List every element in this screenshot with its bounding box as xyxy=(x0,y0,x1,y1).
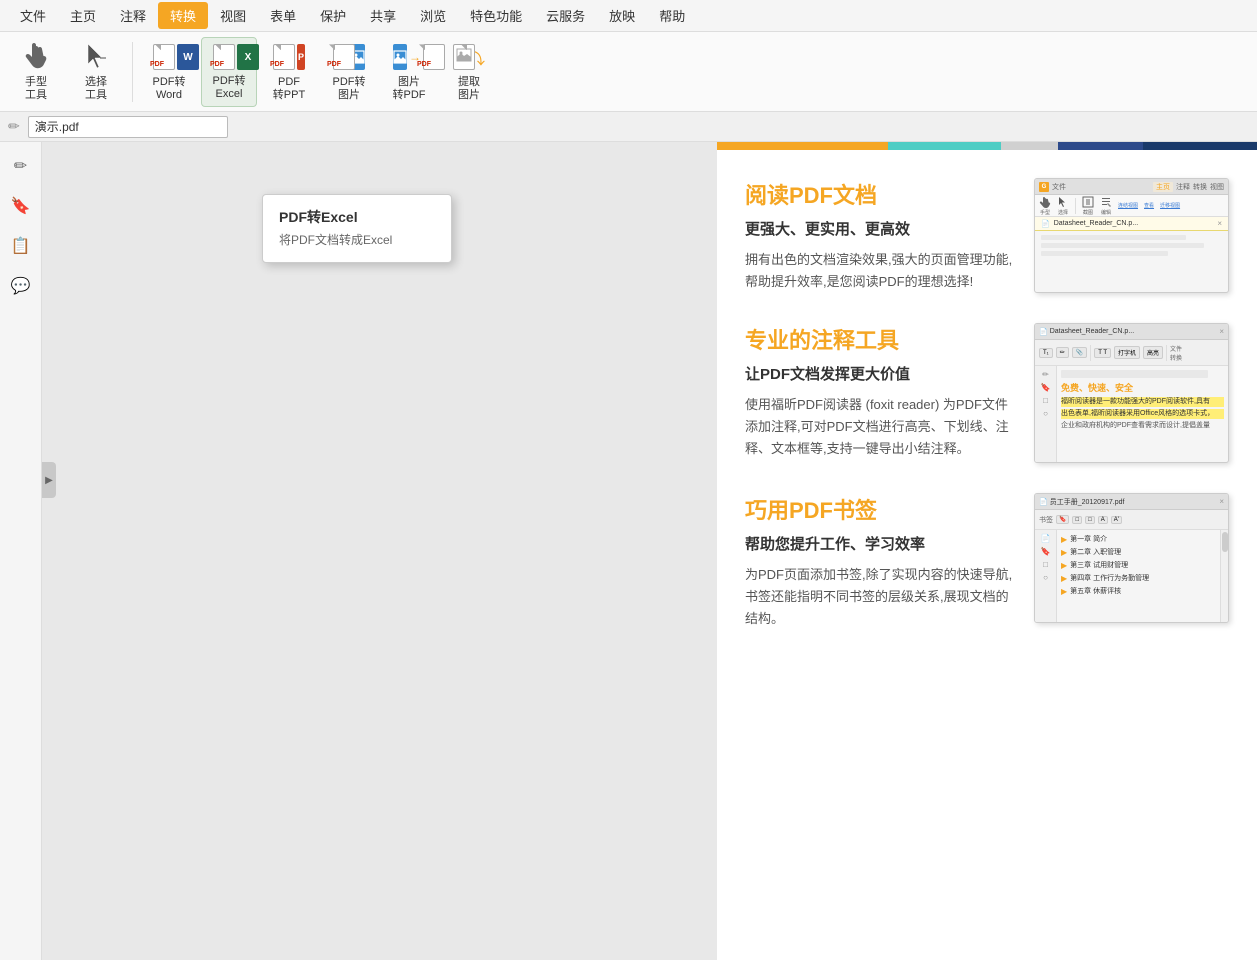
pdf-to-ppt-icon: PDF → P xyxy=(273,41,305,75)
mini-ui-1-tab: 📄 Datasheet_Reader_CN.p... × xyxy=(1035,217,1228,231)
pdf-to-ppt-button[interactable]: PDF → P PDF转PPT xyxy=(261,37,317,107)
main-layout: ✏ 🔖 📋 💬 ▶ 阅读PDF文档 更强大、更实用、更高效 xyxy=(0,142,1257,960)
section3-subtitle: 帮助您提升工作、学习效率 xyxy=(745,533,1018,554)
mini-ui-1-content xyxy=(1035,231,1228,260)
section1-title: 阅读PDF文档 xyxy=(745,178,1018,210)
pdf-to-excel-icon: PDF → X xyxy=(213,42,245,74)
pdf-to-image-label: PDF转图片 xyxy=(333,76,366,102)
menu-protect[interactable]: 保护 xyxy=(308,2,358,29)
section3-text: 巧用PDF书签 帮助您提升工作、学习效率 为PDF页面添加书签,除了实现内容的快… xyxy=(745,493,1018,630)
menu-cloud[interactable]: 云服务 xyxy=(534,2,597,29)
color-bar-navy xyxy=(1143,142,1257,150)
mini-ui-2-toolbar: T₁ ✏ 📎 T T 打字机 高亮 文件转换 xyxy=(1035,340,1228,366)
pdf-to-excel-tooltip: PDF转Excel 将PDF文档转成Excel xyxy=(262,194,452,263)
mini-ui-2-body: ✏ 🔖 □ ○ 免费、快速、安全 福昕阅读器是一款功能强大的PDF阅读软件,具有… xyxy=(1035,366,1228,463)
pdf-to-ppt-label: PDF转PPT xyxy=(273,76,305,102)
section2-text: 专业的注释工具 让PDF文档发挥更大价值 使用福昕PDF阅读器 (foxit r… xyxy=(745,323,1018,460)
color-bar-teal xyxy=(888,142,1002,150)
mini-ui-3-toolbar: 书签 🔖 □ □ A A' xyxy=(1035,510,1228,530)
toolbar: 手型工具 选择工具 PDF → W xyxy=(0,32,1257,112)
menu-annotation[interactable]: 注释 xyxy=(108,2,158,29)
mini-content-area: 免费、快速、安全 福昕阅读器是一款功能强大的PDF阅读软件,具有 出色表单,福昕… xyxy=(1057,366,1228,463)
mini-ui-1-header: G 文件 主页 注释 转换 视图 xyxy=(1035,179,1228,195)
sidebar-pages-icon[interactable]: 📋 xyxy=(5,230,37,262)
color-bar-gray xyxy=(1001,142,1058,150)
toolbar-separator-1 xyxy=(132,42,133,102)
section2-title: 专业的注释工具 xyxy=(745,323,1018,355)
content-area: 阅读PDF文档 更强大、更实用、更高效 拥有出色的文档渲染效果,强大的页面管理功… xyxy=(42,142,1257,960)
edit-icon: ✏ xyxy=(8,118,20,135)
mini-ui-3-body: 📄 🔖 □ ○ ▶ 第一章 简介 ▶ 第 xyxy=(1035,530,1228,623)
sidebar-bookmark-icon[interactable]: 🔖 xyxy=(5,190,37,222)
tooltip-title: PDF转Excel xyxy=(263,203,451,229)
section1-subtitle: 更强大、更实用、更高效 xyxy=(745,218,1018,239)
menu-convert[interactable]: 转换 xyxy=(158,2,208,29)
mini-sidebar-3: 📄 🔖 □ ○ xyxy=(1035,530,1057,623)
cursor-svg xyxy=(84,42,108,72)
mini-scrollbar xyxy=(1220,530,1228,623)
filename-input[interactable] xyxy=(28,116,228,138)
mini-ui-bookmarks: 📄 员工手册_20120917.pdf × 书签 🔖 □ □ A A' xyxy=(1034,493,1229,623)
left-sidebar: ✏ 🔖 📋 💬 ▶ xyxy=(0,142,42,960)
extract-image-icon: ⤵ xyxy=(453,41,485,75)
menu-share[interactable]: 共享 xyxy=(358,2,408,29)
menu-feature[interactable]: 特色功能 xyxy=(458,2,534,29)
mini-ui-annotation: 📄 Datasheet_Reader_CN.p... × T₁ ✏ 📎 T T … xyxy=(1034,323,1229,463)
pdf-to-word-label: PDF转Word xyxy=(153,76,186,102)
menu-form[interactable]: 表单 xyxy=(258,2,308,29)
select-tool-button[interactable]: 选择工具 xyxy=(68,37,124,107)
extract-image-label: 提取图片 xyxy=(458,76,480,102)
section1-desc: 拥有出色的文档渲染效果,强大的页面管理功能,帮助提升效率,是您阅读PDF的理想选… xyxy=(745,249,1018,293)
tooltip-desc: 将PDF文档转成Excel xyxy=(263,229,451,254)
menubar: 文件 主页 注释 转换 视图 表单 保护 共享 浏览 特色功能 云服务 放映 帮… xyxy=(0,0,1257,32)
bookmark-list: ▶ 第一章 简介 ▶ 第二章 入职管理 ▶ 第三章 试用财管理 xyxy=(1057,530,1220,623)
mini-ui-1-toolbar: 手型 选择 截图 编辑 xyxy=(1035,195,1228,217)
section-annotation: 专业的注释工具 让PDF文档发挥更大价值 使用福昕PDF阅读器 (foxit r… xyxy=(717,313,1257,483)
top-color-bar xyxy=(717,142,1257,150)
hand-icon xyxy=(20,41,52,75)
pdf-preview-panel: 阅读PDF文档 更强大、更实用、更高效 拥有出色的文档渲染效果,强大的页面管理功… xyxy=(717,142,1257,960)
sidebar-edit-icon[interactable]: ✏ xyxy=(5,150,37,182)
color-bar-blue xyxy=(1058,142,1143,150)
menu-present[interactable]: 放映 xyxy=(597,2,647,29)
pdf-to-word-icon: PDF → W xyxy=(153,41,185,75)
menu-browse[interactable]: 浏览 xyxy=(408,2,458,29)
section1-text: 阅读PDF文档 更强大、更实用、更高效 拥有出色的文档渲染效果,强大的页面管理功… xyxy=(745,178,1018,293)
hand-tool-label: 手型工具 xyxy=(25,76,47,102)
cursor-icon xyxy=(80,41,112,75)
extract-image-button[interactable]: ⤵ 提取图片 xyxy=(441,37,497,107)
mini-ui-3-header: 📄 员工手册_20120917.pdf × xyxy=(1035,494,1228,510)
section3-desc: 为PDF页面添加书签,除了实现内容的快速导航,书签还能指明不同书签的层级关系,展… xyxy=(745,564,1018,630)
section2-desc: 使用福昕PDF阅读器 (foxit reader) 为PDF文件添加注释,可对P… xyxy=(745,394,1018,460)
color-bar-orange xyxy=(717,142,888,150)
menu-home[interactable]: 主页 xyxy=(58,2,108,29)
pdf-to-excel-label: PDF转Excel xyxy=(213,75,246,101)
mini-ui-reader: G 文件 主页 注释 转换 视图 手型 选 xyxy=(1034,178,1229,293)
addressbar: ✏ xyxy=(0,112,1257,142)
section-read-pdf: 阅读PDF文档 更强大、更实用、更高效 拥有出色的文档渲染效果,强大的页面管理功… xyxy=(717,150,1257,313)
pdf-to-word-button[interactable]: PDF → W PDF转Word xyxy=(141,37,197,107)
menu-help[interactable]: 帮助 xyxy=(647,2,697,29)
menu-view[interactable]: 视图 xyxy=(208,2,258,29)
sidebar-expand-button[interactable]: ▶ xyxy=(42,462,56,498)
section-bookmarks: 巧用PDF书签 帮助您提升工作、学习效率 为PDF页面添加书签,除了实现内容的快… xyxy=(717,483,1257,650)
hand-tool-button[interactable]: 手型工具 xyxy=(8,37,64,107)
sidebar-comment-icon[interactable]: 💬 xyxy=(5,270,37,302)
image-to-pdf-icon: → PDF xyxy=(393,41,425,75)
pdf-to-image-button[interactable]: PDF → PDF转图片 xyxy=(321,37,377,107)
section2-subtitle: 让PDF文档发挥更大价值 xyxy=(745,363,1018,384)
image-to-pdf-button[interactable]: → PDF 图片转PDF xyxy=(381,37,437,107)
section3-title: 巧用PDF书签 xyxy=(745,493,1018,525)
mini-sidebar: ✏ 🔖 □ ○ xyxy=(1035,366,1057,463)
menu-file[interactable]: 文件 xyxy=(8,2,58,29)
image-to-pdf-label: 图片转PDF xyxy=(393,76,426,102)
select-tool-label: 选择工具 xyxy=(85,76,107,102)
mini-ui-2-header: 📄 Datasheet_Reader_CN.p... × xyxy=(1035,324,1228,340)
hand-svg xyxy=(22,41,50,73)
pdf-to-excel-button[interactable]: PDF → X PDF转Excel xyxy=(201,37,257,107)
pdf-to-image-icon: PDF → xyxy=(333,41,365,75)
